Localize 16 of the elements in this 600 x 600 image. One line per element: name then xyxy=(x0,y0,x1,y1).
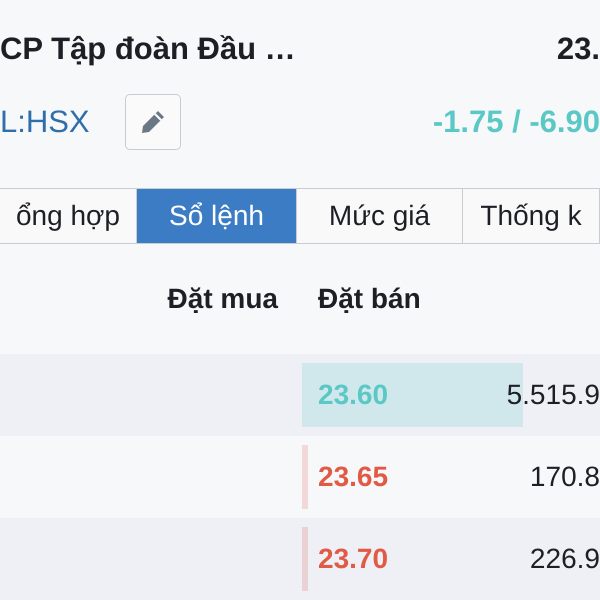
ask-volume: 5.515.9 xyxy=(506,379,600,411)
ask-price: 23.60 xyxy=(318,379,388,411)
tab[interactable]: Sổ lệnh xyxy=(137,189,297,243)
ask-price: 23.65 xyxy=(318,461,388,493)
column-header: Đặt bán xyxy=(318,283,421,315)
stock-name: CP Tập đoàn Đầu … xyxy=(0,31,296,67)
price-change: -1.75 / -6.90 xyxy=(432,104,600,140)
stock-price: 23. xyxy=(556,31,600,67)
edit-button[interactable] xyxy=(125,94,181,150)
volume-marker xyxy=(302,445,308,509)
ask-volume: 226.9 xyxy=(530,543,600,575)
ask-price: 23.70 xyxy=(318,543,388,575)
volume-marker xyxy=(302,527,308,591)
column-header: Đặt mua xyxy=(166,283,278,315)
stock-symbol: L:HSX xyxy=(0,104,91,140)
ask-volume: 170.8 xyxy=(530,461,600,493)
